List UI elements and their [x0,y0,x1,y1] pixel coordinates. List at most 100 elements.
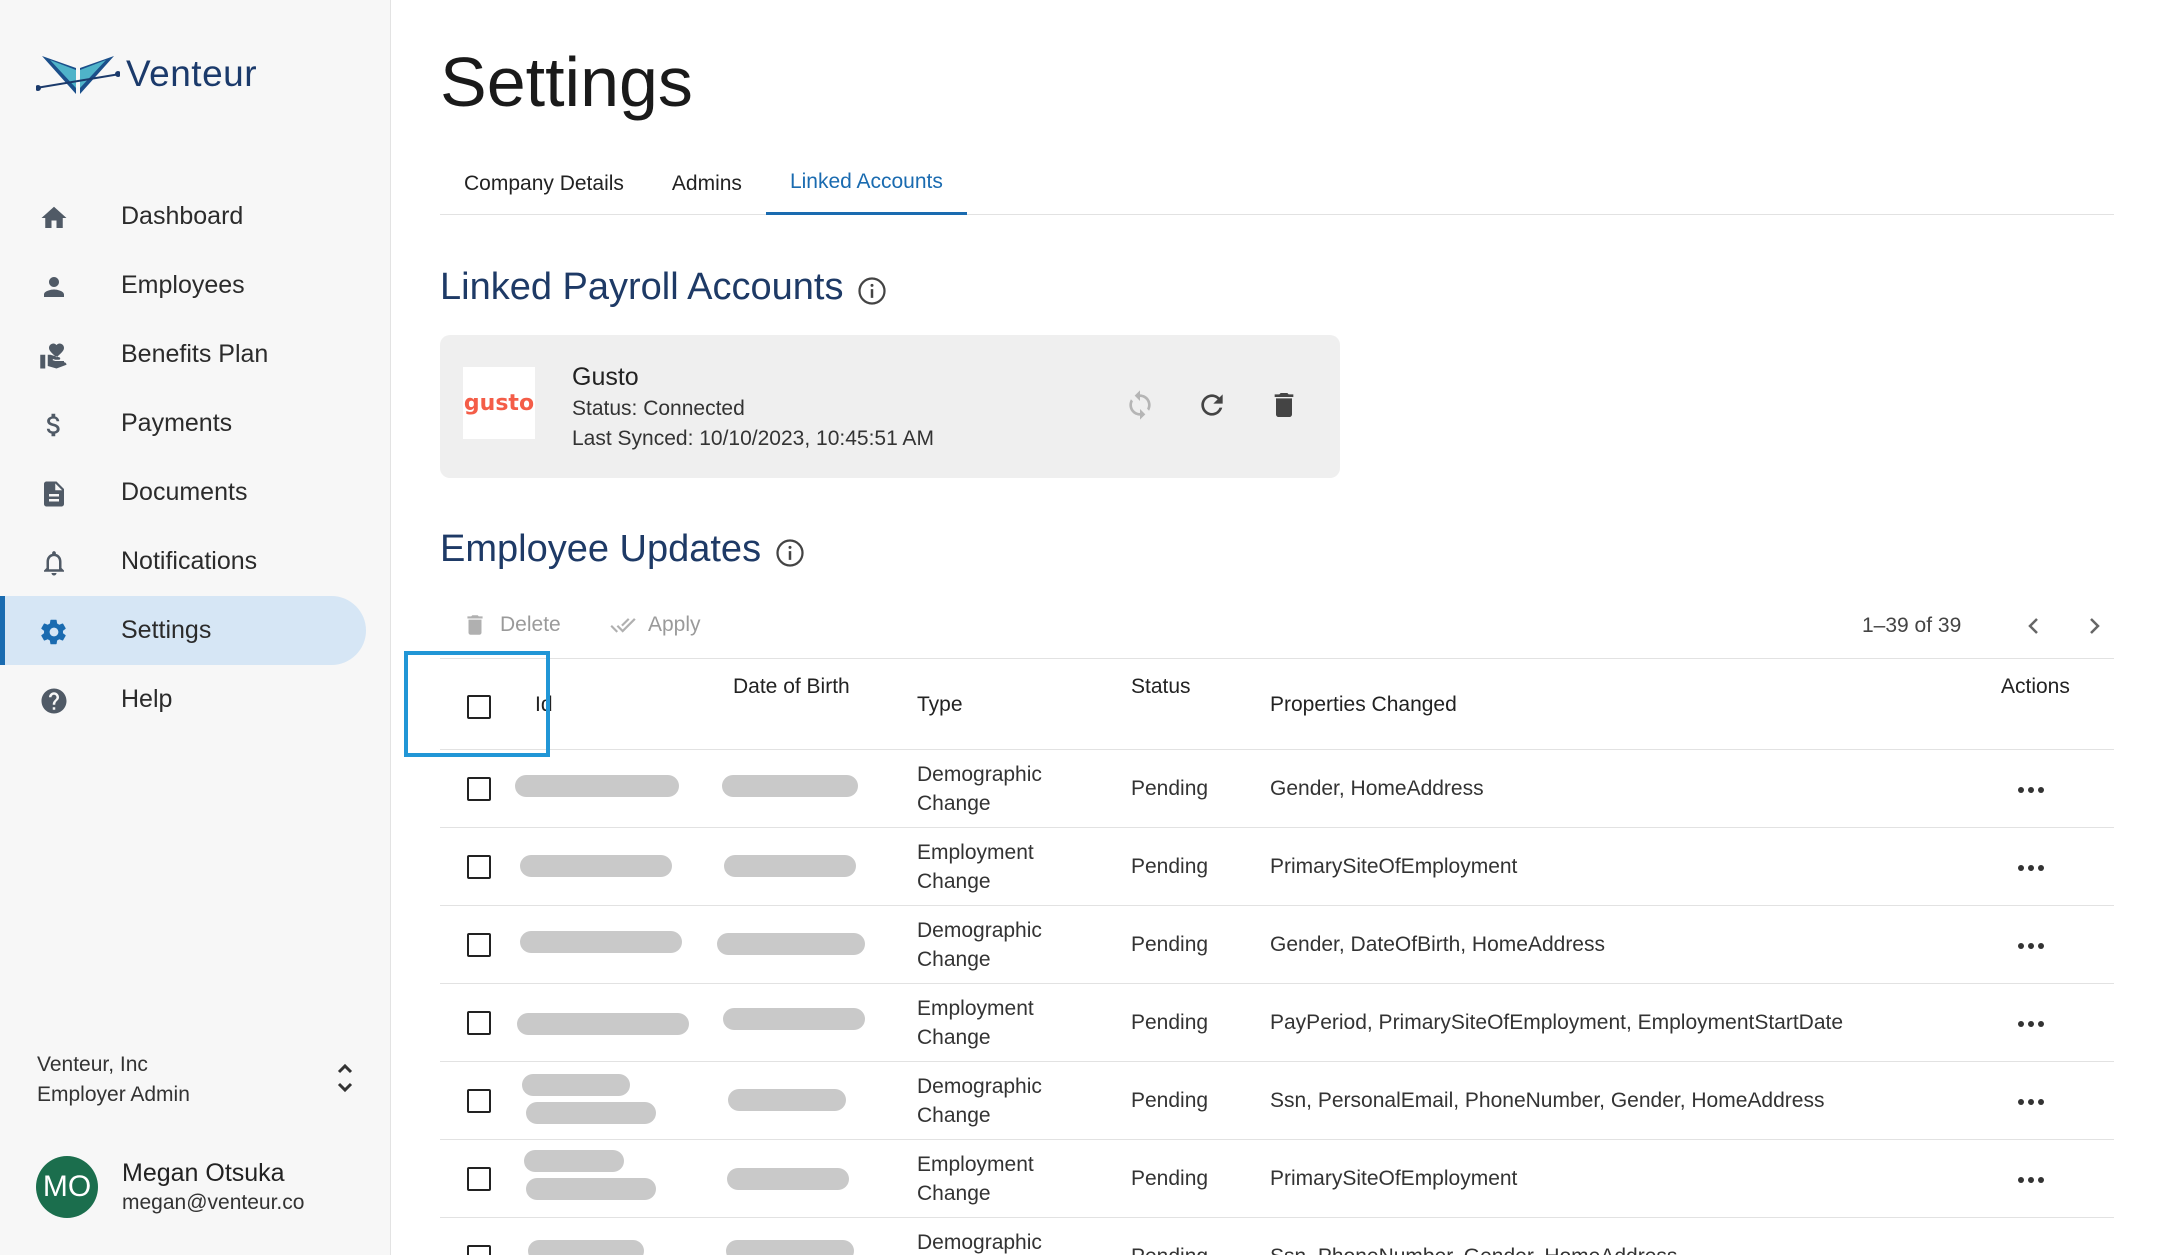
type-cell: Demographic Change [917,1075,1042,1127]
sidebar-item-label: Payments [121,409,233,437]
info-icon[interactable] [775,535,805,567]
sidebar-item-dashboard[interactable]: Dashboard [0,182,366,251]
sidebar-item-settings[interactable]: Settings [0,596,366,665]
status-cell: Pending [1131,777,1209,800]
more-actions-icon[interactable] [2015,1095,2047,1107]
tab-admins[interactable]: Admins [648,152,766,215]
row-checkbox[interactable] [467,1011,491,1035]
avatar: MO [36,1156,98,1218]
redacted-dob [723,1008,865,1030]
redacted-id[interactable] [522,1074,630,1096]
type-cell: Employment Change [917,997,1034,1049]
sidebar-item-payments[interactable]: Payments [0,389,366,458]
provider-status: Status: Connected [572,397,745,420]
trash-icon[interactable] [1266,387,1302,423]
row-checkbox[interactable] [467,1245,491,1255]
tab-linked-accounts[interactable]: Linked Accounts [765,152,967,215]
sync-icon[interactable] [1122,387,1158,423]
sidebar-item-benefits-plan[interactable]: Benefits Plan [0,320,366,389]
sidebar-item-employees[interactable]: Employees [0,251,366,320]
redacted-id[interactable] [528,1240,644,1255]
sidebar-item-label: Employees [121,271,245,299]
row-checkbox[interactable] [467,855,491,879]
more-actions-icon[interactable] [2015,1017,2047,1029]
status-cell: Pending [1131,1011,1209,1034]
settings-tabs: Company Details Admins Linked Accounts [440,152,2114,215]
redacted-dob [728,1089,846,1111]
org-role: Employer Admin [37,1083,190,1106]
delete-button[interactable]: Delete [462,612,561,638]
venteur-logo[interactable]: Venteur [36,48,257,100]
column-header-properties[interactable]: Properties Changed [1270,693,1457,717]
venteur-logo-mark-icon [36,56,120,94]
sidebar-item-help[interactable]: Help [0,665,366,734]
more-actions-icon[interactable] [2015,1173,2047,1185]
info-icon[interactable] [857,273,887,305]
sidebar-item-documents[interactable]: Documents [0,458,366,527]
redacted-id[interactable] [520,931,682,953]
row-checkbox[interactable] [467,933,491,957]
sidebar: Venteur Dashboard Employees Benefits Pla… [0,0,391,1255]
column-header-actions: Actions [2001,675,2070,698]
redacted-dob [722,775,858,797]
redacted-id[interactable] [515,775,679,797]
column-header-dob[interactable]: Date of Birth [733,675,850,699]
row-checkbox[interactable] [467,1167,491,1191]
more-actions-icon[interactable] [2015,1251,2047,1255]
redacted-id[interactable] [520,855,672,877]
delete-label: Delete [500,613,561,636]
linked-payroll-heading: Linked Payroll Accounts [440,266,887,309]
user-email: megan@venteur.co [122,1191,305,1214]
tab-company-details[interactable]: Company Details [440,152,648,215]
chevron-left-icon[interactable] [2020,612,2048,640]
employee-updates-heading: Employee Updates [440,528,805,571]
table-row[interactable]: Demographic Change Pending Gender, HomeAd… [440,750,2114,828]
more-actions-icon[interactable] [2015,783,2047,795]
sidebar-item-label: Dashboard [121,202,244,230]
document-icon [38,478,70,510]
payroll-account-card: gusto Gusto Status: Connected Last Synce… [440,335,1340,478]
table-row[interactable]: Demographic Pending Ssn, PhoneNumber, Ge… [440,1218,2114,1255]
more-actions-icon[interactable] [2015,939,2047,951]
properties-cell: Gender, DateOfBirth, HomeAddress [1270,933,1605,956]
benefits-heart-hand-icon [38,340,70,372]
redacted-id[interactable] [517,1013,689,1035]
redacted-dob [724,855,856,877]
status-cell: Pending [1131,855,1209,878]
refresh-icon[interactable] [1194,387,1230,423]
properties-cell: PayPeriod, PrimarySiteOfEmployment, Empl… [1270,1011,1844,1034]
sidebar-item-notifications[interactable]: Notifications [0,527,366,596]
brand-name: Venteur [126,53,258,94]
organization-switcher[interactable]: Venteur, Inc Employer Admin [37,1050,357,1110]
apply-label: Apply [648,613,701,636]
more-actions-icon[interactable] [2015,861,2047,873]
dollar-icon [38,409,70,441]
table-row[interactable]: Demographic Change Pending Gender, DateOf… [440,906,2114,984]
employee-updates-table: Id Date of Birth Type Status Properties … [440,658,2114,1255]
pagination-range: 1–39 of 39 [1862,614,1962,637]
properties-cell: Gender, HomeAddress [1270,777,1484,800]
table-row[interactable]: Demographic Change Pending Ssn, PersonalE… [440,1062,2114,1140]
org-name: Venteur, Inc [37,1053,148,1076]
table-row[interactable]: Employment Change Pending PrimarySiteOfEm… [440,1140,2114,1218]
status-cell: Pending [1131,1089,1209,1112]
redacted-id[interactable] [524,1150,624,1172]
row-checkbox[interactable] [467,1089,491,1113]
apply-button[interactable]: Apply [610,612,701,638]
sidebar-item-label: Settings [121,616,212,644]
row-checkbox[interactable] [467,777,491,801]
status-cell: Pending [1131,933,1209,956]
unfold-chevron-icon[interactable] [333,1058,357,1098]
sidebar-nav: Dashboard Employees Benefits Plan Paymen… [0,182,391,734]
column-header-status[interactable]: Status [1131,675,1191,699]
user-profile[interactable]: MO Megan Otsuka megan@venteur.co [36,1156,304,1218]
properties-cell: PrimarySiteOfEmployment [1270,1167,1518,1190]
table-row[interactable]: Employment Change Pending PrimarySiteOfEm… [440,828,2114,906]
section-title: Linked Payroll Accounts [440,266,844,308]
chevron-right-icon[interactable] [2080,612,2108,640]
provider-name: Gusto [572,363,639,391]
trash-icon [467,615,483,635]
column-header-type[interactable]: Type [917,693,963,717]
type-cell: Demographic [917,1231,1042,1254]
table-row[interactable]: Employment Change Pending PayPeriod, Prim… [440,984,2114,1062]
